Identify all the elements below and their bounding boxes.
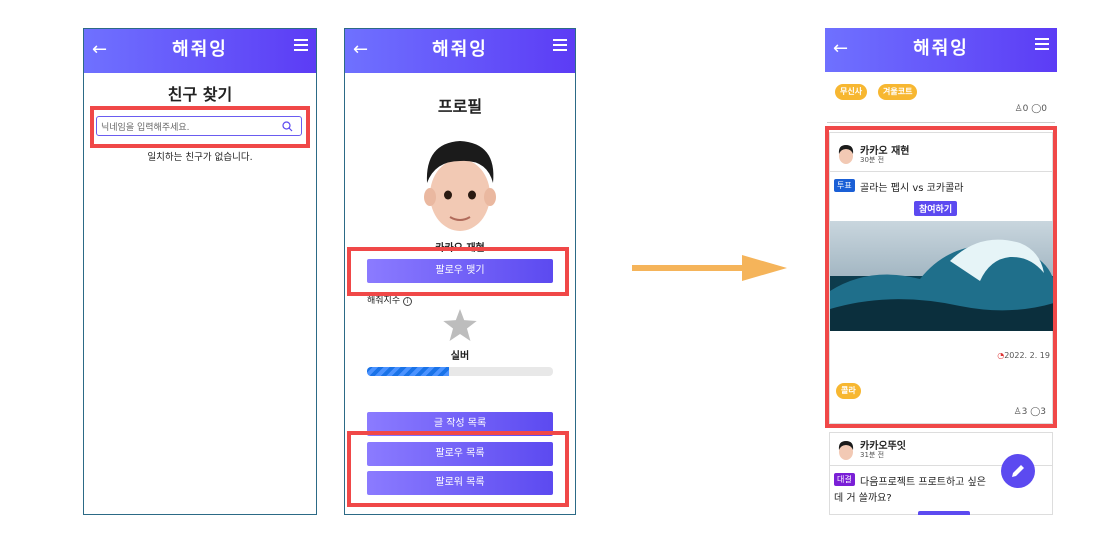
app-logo: 해줘잉: [432, 39, 488, 60]
app-header: ← 해줘잉: [825, 28, 1057, 72]
highlight-follow-lists: [347, 431, 569, 507]
flow-arrow: [632, 255, 787, 281]
hashtag-1[interactable]: 무신사: [835, 84, 868, 100]
post-text-line1: 다음프로젝트 프로트하고 싶은: [860, 477, 986, 488]
page-title: 친구 찾기: [167, 85, 233, 104]
page-title: 프로필: [437, 97, 483, 116]
top-card-stats: ♙0 ◯0: [1014, 104, 1048, 114]
highlight-search-box: [90, 106, 310, 148]
progress-fill: [367, 367, 449, 376]
author-avatar: [838, 441, 854, 460]
empty-result-text: 일치하는 친구가 없습니다.: [147, 152, 253, 163]
star-icon: [443, 309, 477, 341]
phone-screen-profile: ← 해줘잉 프로필 카카오 재현 팔로우 맺기 해줘지수 i 실버 글 작성 목…: [344, 28, 576, 515]
hashtag-2[interactable]: 겨울코트: [878, 84, 918, 100]
tier-label: 실버: [450, 351, 470, 362]
info-icon[interactable]: i: [403, 297, 412, 306]
progress-bar: [367, 367, 553, 376]
post-text-line2: 데 거 쓸까요?: [834, 493, 892, 504]
app-header: ← 해줘잉: [345, 29, 575, 73]
comment-icon: ◯: [1031, 104, 1042, 114]
pencil-icon: [1012, 465, 1024, 477]
highlight-post-card: [825, 126, 1057, 428]
hamburger-menu-icon[interactable]: [553, 39, 567, 51]
profile-avatar: [424, 141, 496, 231]
app-logo: 해줘잉: [172, 39, 228, 60]
write-post-button[interactable]: [1001, 454, 1035, 488]
like-icon: ♙: [1014, 104, 1023, 114]
app-header: ← 해줘잉: [84, 29, 316, 73]
post-type-badge: 대결: [834, 473, 855, 486]
highlight-follow-button: [347, 247, 569, 296]
app-logo: 해줘잉: [913, 38, 969, 59]
hamburger-menu-icon[interactable]: [1035, 38, 1049, 50]
hamburger-menu-icon[interactable]: [294, 39, 308, 51]
phone-screen-feed: ← 해줘잉 무신사 겨울코트 ♙0 ◯0 카카오 재현 30분 전 투표 골라는…: [825, 28, 1057, 515]
post-time: 31분 전: [860, 451, 885, 459]
phone-screen-friend-search: ← 해줘잉 친구 찾기 닉네임을 입력해주세요. 일치하는 친구가 없습니다.: [83, 28, 317, 515]
vote-button-partial[interactable]: [918, 511, 970, 515]
divider: [827, 122, 1055, 123]
